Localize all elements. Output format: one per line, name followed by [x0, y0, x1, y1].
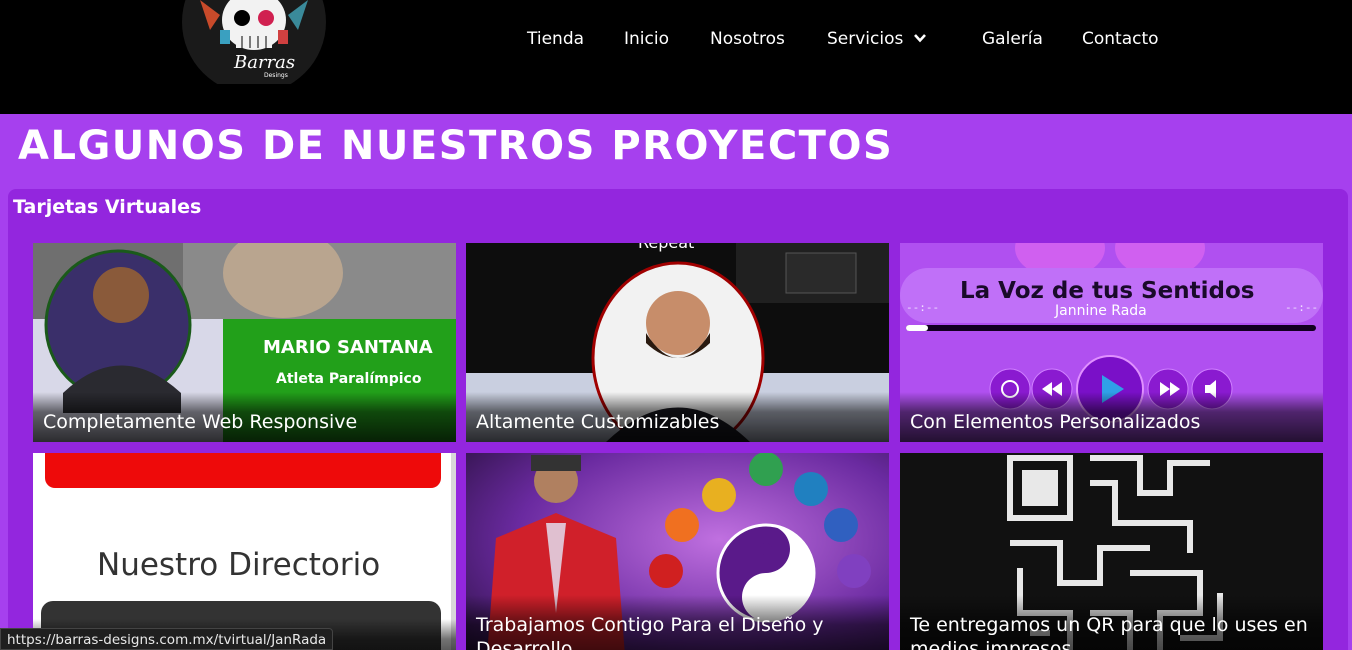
card-image-text: Repeat [638, 243, 694, 252]
nav-contacto[interactable]: Contacto [1082, 28, 1159, 50]
nav-nosotros[interactable]: Nosotros [710, 28, 785, 50]
card-image-text: Nuestro Directorio [97, 547, 380, 583]
link-status-bar: https://barras-designs.com.mx/tvirtual/J… [0, 628, 334, 650]
brand-logo-text: Barras [233, 52, 295, 73]
site-header: Barras Desings Tienda Inicio Nosotros Se… [0, 0, 1352, 114]
nav-tienda[interactable]: Tienda [527, 28, 584, 50]
card-caption: Te entregamos un QR para que lo uses en … [900, 595, 1323, 650]
brand-logo-subtext: Desings [264, 72, 288, 79]
main-nav: Tienda Inicio Nosotros Servicios Galería… [0, 28, 1352, 52]
card-image-text: MARIO SANTANA [263, 337, 433, 358]
section-title: Tarjetas Virtuales [13, 196, 202, 218]
card-image-text: Jannine Rada [1054, 303, 1147, 319]
project-card-qr[interactable]: Te entregamos un QR para que lo uses en … [900, 453, 1323, 650]
nav-servicios[interactable]: Servicios [827, 28, 927, 50]
card-caption: Altamente Customizables [466, 392, 889, 442]
project-card-institutional[interactable]: Nuestro Directorio Imágen Institucional [33, 453, 456, 650]
nav-inicio[interactable]: Inicio [624, 28, 669, 50]
card-image-text: --:-- [906, 301, 939, 314]
project-card-custom-elements[interactable]: La Voz de tus Sentidos Jannine Rada --:-… [900, 243, 1323, 442]
card-caption: Trabajamos Contigo Para el Diseño y Desa… [466, 595, 889, 650]
projects-panel: Tarjetas Virtuales MARIO SANTANA Atleta … [8, 189, 1348, 650]
page-title: ALGUNOS DE NUESTROS PROYECTOS [18, 123, 894, 169]
card-image-text: --:-- [1285, 301, 1318, 314]
card-image-text: Atleta Paralímpico [276, 371, 422, 387]
card-image-text: La Voz de tus Sentidos [960, 278, 1254, 304]
chevron-down-icon [913, 34, 926, 43]
project-card-design[interactable]: Trabajamos Contigo Para el Diseño y Desa… [466, 453, 889, 650]
card-caption: Con Elementos Personalizados [900, 392, 1323, 442]
project-card-customizable[interactable]: Repeat Altamente Customizables [466, 243, 889, 442]
nav-servicios-label: Servicios [827, 29, 904, 49]
project-card-responsive[interactable]: MARIO SANTANA Atleta Paralímpico Complet… [33, 243, 456, 442]
nav-galeria[interactable]: Galería [982, 28, 1043, 50]
card-caption: Completamente Web Responsive [33, 392, 456, 442]
